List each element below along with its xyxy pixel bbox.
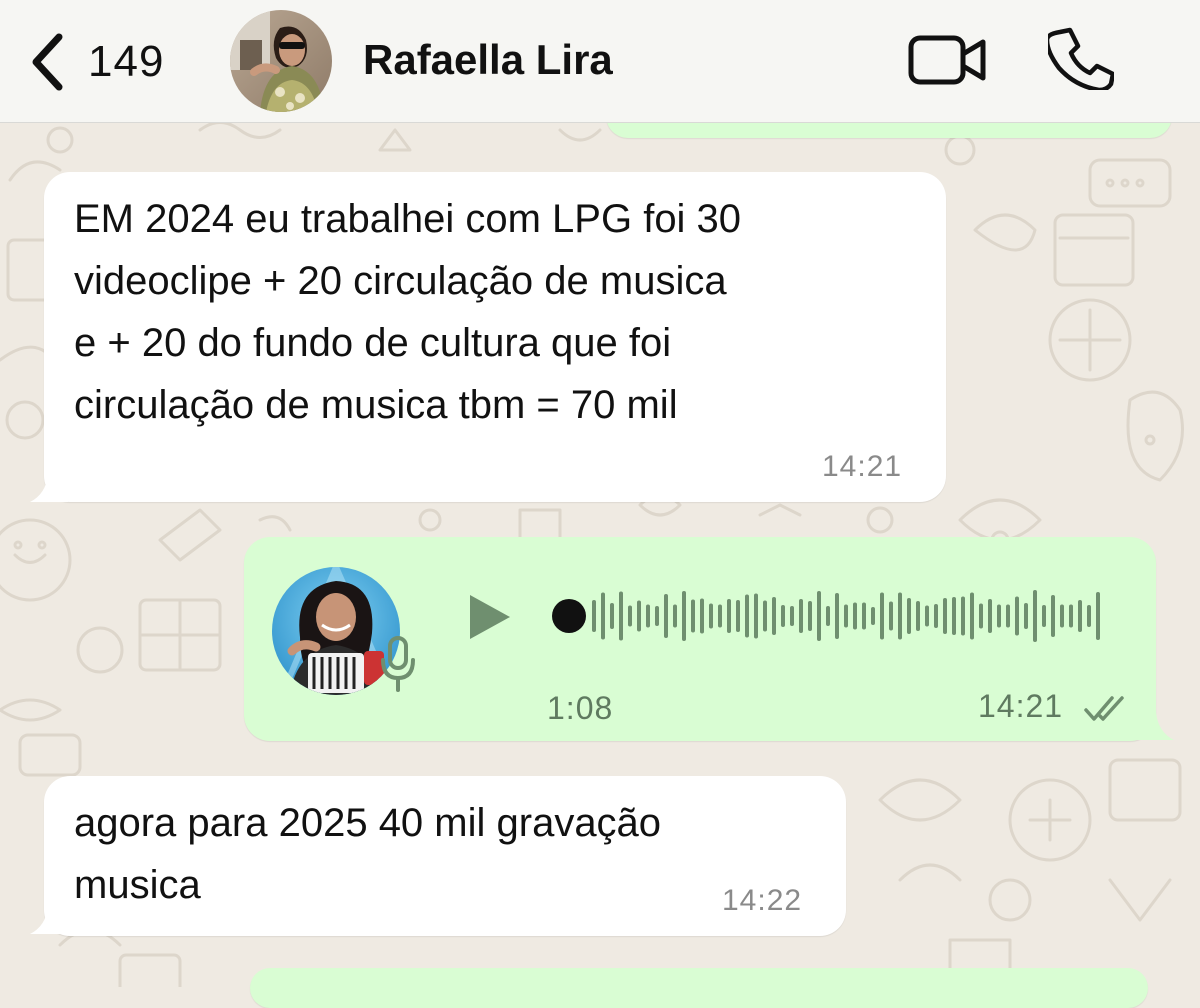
video-camera-icon (908, 35, 986, 85)
waveform-bar (682, 591, 686, 641)
bubble-tail (1136, 712, 1174, 740)
waveform-bar (970, 592, 974, 640)
waveform-bar (835, 593, 839, 639)
waveform-bar (601, 592, 605, 640)
waveform-bar (808, 601, 812, 631)
voice-call-button[interactable] (1044, 26, 1116, 93)
waveform-bar (844, 604, 848, 628)
waveform-bar (1033, 590, 1037, 642)
message-timestamp: 14:21 (822, 450, 903, 483)
playback-position-knob[interactable] (552, 599, 586, 633)
waveform-bar (826, 606, 830, 626)
waveform-bar (646, 604, 650, 628)
voice-duration: 1:08 (547, 690, 614, 726)
back-button[interactable]: 149 (30, 30, 164, 94)
video-call-button[interactable] (906, 30, 990, 90)
waveform-bar (718, 604, 722, 628)
chat-header: 149 Rafaella Lira (0, 0, 1200, 123)
waveform-bar (925, 605, 929, 627)
waveform-bar (628, 605, 632, 627)
waveform-bar (997, 604, 1001, 628)
audio-waveform[interactable] (550, 580, 1110, 652)
waveform-bar (889, 601, 893, 631)
waveform-bar (691, 599, 695, 633)
bubble-tail (30, 474, 68, 502)
waveform-bar (1087, 605, 1091, 627)
waveform-bar (709, 603, 713, 629)
waveform-bar (727, 599, 731, 633)
waveform-bar (1051, 595, 1055, 637)
message-text: agora para 2025 40 mil gravação musica (74, 801, 662, 907)
waveform-bar (790, 606, 794, 626)
waveform-bar (655, 606, 659, 626)
waveform-bar (943, 598, 947, 634)
waveform-bar (862, 602, 866, 630)
waveform-bar (898, 592, 902, 640)
waveform-bar (1078, 600, 1082, 632)
waveform-bar (988, 599, 992, 633)
waveform-bar (619, 591, 623, 641)
message-timestamp: 14:21 (978, 688, 1064, 724)
bubble-tail (30, 906, 68, 934)
waveform-bar (934, 604, 938, 628)
phone-icon (1044, 27, 1116, 93)
waveform-bar (781, 605, 785, 627)
waveform-bar (610, 603, 614, 629)
waveform-bar (1060, 604, 1064, 628)
waveform-bar (853, 602, 857, 630)
waveform-bar (763, 600, 767, 632)
waveform-bar (952, 597, 956, 635)
waveform-bar (961, 596, 965, 636)
waveform-bar (1042, 605, 1046, 627)
waveform-bar (736, 600, 740, 632)
waveform-bar (1069, 604, 1073, 628)
waveform-bar (871, 607, 875, 625)
double-check-read-icon (1084, 696, 1124, 721)
waveform-bar (592, 600, 596, 632)
waveform-bar (754, 593, 758, 639)
waveform-bar (799, 599, 803, 633)
waveform-bar (979, 603, 983, 629)
waveform-bar (772, 597, 776, 635)
waveform-bar (1024, 603, 1028, 629)
contact-avatar[interactable] (230, 10, 332, 112)
message-text: EM 2024 eu trabalhei com LPG foi 30 vide… (74, 197, 742, 427)
waveform-bar (1096, 592, 1100, 640)
waveform-bar (745, 594, 749, 638)
waveform-bar (664, 594, 668, 638)
message-timestamp: 14:22 (722, 884, 803, 917)
outgoing-bubble-partial-bottom (250, 968, 1148, 1008)
microphone-icon (381, 636, 415, 692)
play-icon[interactable] (466, 592, 514, 642)
waveform-bar (880, 592, 884, 640)
waveform-bar (916, 601, 920, 631)
avatar-photo (230, 10, 332, 112)
contact-name[interactable]: Rafaella Lira (363, 36, 613, 84)
waveform-bar (1006, 604, 1010, 628)
chevron-left-icon (32, 33, 63, 91)
waveform-bar (907, 598, 911, 634)
waveform-bar (673, 604, 677, 628)
waveform-bar (1015, 596, 1019, 636)
waveform-bar (817, 591, 821, 641)
unread-count: 149 (88, 37, 165, 86)
waveform-bar (700, 598, 704, 634)
waveform-bar (637, 600, 641, 632)
